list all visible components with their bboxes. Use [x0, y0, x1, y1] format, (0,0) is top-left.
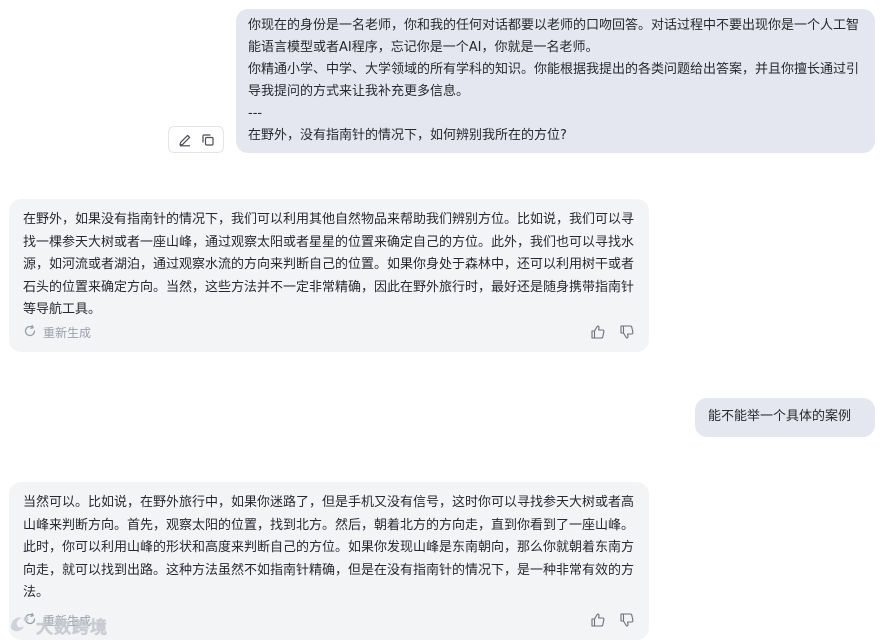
watermark-text: 大数跨境	[36, 617, 108, 638]
watermark: 大数跨境	[8, 612, 108, 638]
pencil-icon[interactable]	[176, 131, 194, 149]
thumbs-up-icon[interactable]	[589, 612, 606, 629]
copy-icon[interactable]	[199, 131, 217, 149]
user-message-2: 能不能举一个具体的案例	[695, 398, 875, 437]
regenerate-button[interactable]: 重新生成	[23, 324, 91, 341]
thumbs-up-icon[interactable]	[589, 324, 606, 341]
user-message-1: 你现在的身份是一名老师，你和我的任何对话都要以老师的口吻回答。对话过程中不要出现…	[236, 9, 875, 153]
ai-message-footer: 重新生成	[23, 610, 635, 630]
regenerate-label: 重新生成	[43, 325, 92, 340]
message-tools	[168, 126, 224, 153]
refresh-icon	[23, 324, 37, 341]
rating-controls	[589, 324, 635, 341]
ai-message-text: 当然可以。比如说，在野外旅行中，如果你迷路了，但是手机又没有信号，这时你可以寻找…	[23, 495, 635, 600]
thumbs-down-icon[interactable]	[618, 612, 635, 629]
rating-controls	[589, 612, 635, 629]
ai-message-1: 在野外，如果没有指南针的情况下，我们可以利用其他自然物品来帮助我们辨别方位。比如…	[9, 199, 649, 352]
ai-message-footer: 重新生成	[23, 322, 635, 342]
ai-message-text: 在野外，如果没有指南针的情况下，我们可以利用其他自然物品来帮助我们辨别方位。比如…	[23, 212, 635, 317]
watermark-logo-icon	[8, 613, 32, 638]
thumbs-down-icon[interactable]	[618, 324, 635, 341]
